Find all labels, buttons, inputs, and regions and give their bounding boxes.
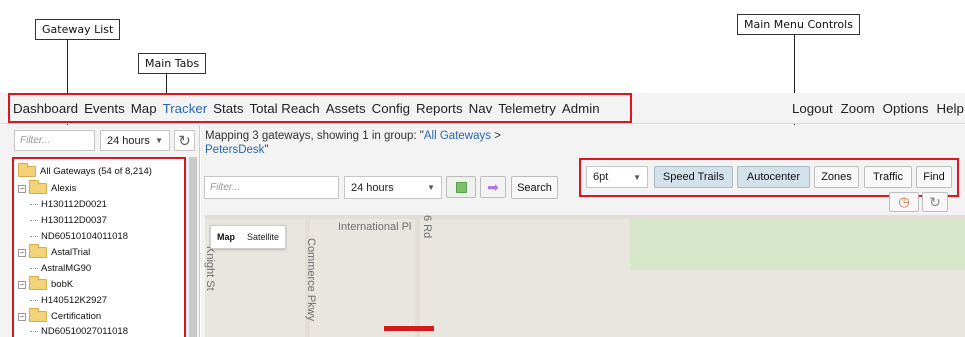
forward-button[interactable]: ➡ [480,176,506,198]
callout-gateway-list: Gateway List [35,19,121,40]
road [205,215,965,219]
map-filter-input[interactable]: Filter... [204,176,339,199]
park-area [630,215,965,270]
refresh-icon: ↻ [178,132,191,150]
gateway-list-highlight [12,157,186,337]
heading-suffix: " [264,144,269,156]
map-time-select-value: 24 hours [351,181,394,194]
map-refresh-button[interactable]: ↻ [922,192,948,212]
options-link[interactable]: Options [883,101,929,116]
all-gateways-link[interactable]: All Gateways [424,130,491,142]
refresh-button[interactable]: ↻ [174,130,195,151]
heading-separator: > [491,130,501,142]
gateway-marker[interactable] [384,326,434,331]
chevron-down-icon: ▼ [155,136,163,145]
heading-prefix: Mapping 3 gateways, showing 1 in group: … [205,130,424,142]
green-square-icon [455,181,467,193]
mapping-heading: Mapping 3 gateways, showing 1 in group: … [205,129,585,157]
logout-link[interactable]: Logout [792,101,833,116]
gateway-filter-input[interactable]: Filter... [14,130,95,151]
zoom-link[interactable]: Zoom [841,101,875,116]
clock-icon: ◷ [898,194,910,209]
help-link[interactable]: Help [937,101,964,116]
road [415,215,420,337]
street-international-pl: International Pl [338,221,412,233]
peters-desk-link[interactable]: PetersDesk [205,144,264,156]
clock-button[interactable]: ◷ [889,192,919,212]
menu-right-links: Logout Zoom Options Help [792,94,965,123]
main-tabs-highlight [8,93,632,123]
callout-main-menu-controls: Main Menu Controls [737,14,860,35]
map-view[interactable] [205,215,965,337]
show-button[interactable] [446,176,476,198]
street-6-rd: 6 Rd [421,215,433,239]
map-type-map[interactable]: Map [211,232,241,242]
chevron-down-icon: ▼ [427,183,435,192]
callout-main-tabs: Main Tabs [138,53,207,74]
tree-scrollbar[interactable] [189,157,197,337]
search-button[interactable]: Search [511,176,558,199]
refresh-icon: ↻ [929,193,941,210]
gateway-time-select-value: 24 hours [107,134,150,147]
street-commerce-pkwy: Commerce Pkwy [305,238,317,322]
map-type-control: Map Satellite [210,225,287,249]
gateway-time-select[interactable]: 24 hours ▼ [100,130,170,151]
arrow-right-icon: ➡ [487,178,499,195]
callout-main-tabs-line [166,73,167,93]
map-time-select[interactable]: 24 hours ▼ [344,176,442,199]
street-knight-st: Knight St [204,246,216,291]
map-type-satellite[interactable]: Satellite [241,232,285,242]
